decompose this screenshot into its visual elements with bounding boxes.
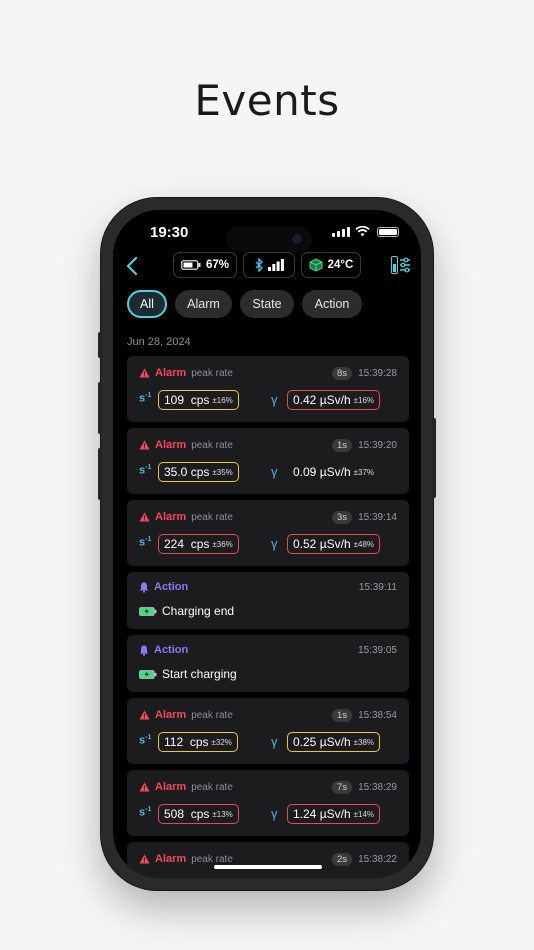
- dose-rate-symbol: γ: [271, 536, 278, 551]
- cellular-icon: [332, 226, 350, 237]
- filter-tabs: All Alarm State Action: [127, 290, 362, 318]
- warning-icon: [139, 440, 150, 450]
- event-type: Action: [154, 644, 189, 656]
- count-rate-symbol: s-1: [139, 536, 152, 549]
- dose-rate-symbol: γ: [271, 734, 278, 749]
- status-time: 19:30: [150, 224, 189, 241]
- event-card-alarm[interactable]: Alarm peak rate 1s 15:38:54 s-1 112 cps ±…: [127, 698, 409, 764]
- event-type: Action: [154, 581, 189, 593]
- event-duration: 3s: [332, 510, 353, 524]
- page-title: Events: [194, 76, 340, 125]
- event-duration: 7s: [332, 780, 353, 794]
- bluetooth-signal-chip: [243, 252, 295, 278]
- dose-rate-symbol: γ: [271, 464, 278, 479]
- phone-frame: 19:30 67% 24°C All Alarm State Action Ju…: [98, 198, 436, 890]
- charging-battery-icon: [139, 669, 157, 679]
- event-subtype: peak rate: [191, 709, 233, 721]
- wifi-icon: [355, 226, 370, 237]
- event-time: 15:39:28: [358, 367, 397, 379]
- event-card-alarm[interactable]: Alarm peak rate 2s 15:38:22: [127, 842, 409, 878]
- action-text: Charging end: [162, 604, 235, 618]
- event-card-alarm[interactable]: Alarm peak rate 7s 15:38:29 s-1 508 cps ±…: [127, 770, 409, 836]
- event-subtype: peak rate: [191, 439, 233, 451]
- signal-bars-icon: [267, 259, 284, 271]
- warning-icon: [139, 368, 150, 378]
- event-time: 15:39:05: [358, 644, 397, 656]
- dose-rate-box: 0.52 µSv/h ±48%: [287, 534, 381, 554]
- filter-all[interactable]: All: [127, 290, 167, 318]
- event-subtype: peak rate: [191, 853, 233, 865]
- phone-power-button: [432, 418, 436, 498]
- warning-icon: [139, 854, 150, 864]
- dose-rate-box: 1.24 µSv/h ±14%: [287, 804, 381, 824]
- device-battery-chip: 67%: [173, 252, 237, 278]
- count-rate-box: 112 cps ±32%: [158, 732, 238, 752]
- event-duration: 1s: [332, 438, 353, 452]
- event-card-action[interactable]: Action 15:39:11 Charging end: [127, 572, 409, 629]
- count-rate-symbol: s-1: [139, 464, 152, 477]
- event-subtype: peak rate: [191, 367, 233, 379]
- back-chevron-icon[interactable]: [125, 256, 139, 276]
- event-time: 15:38:29: [358, 781, 397, 793]
- dose-rate-box: 0.09 µSv/h ±37%: [293, 465, 375, 479]
- warning-icon: [139, 512, 150, 522]
- filter-action[interactable]: Action: [302, 290, 362, 318]
- warning-icon: [139, 710, 150, 720]
- filter-settings-icon[interactable]: [391, 256, 411, 274]
- app-screen: 19:30 67% 24°C All Alarm State Action Ju…: [113, 210, 421, 878]
- cube-icon: [309, 258, 323, 272]
- event-duration: 2s: [332, 852, 353, 866]
- phone-side-button: [98, 332, 102, 358]
- battery-icon: [181, 260, 201, 270]
- event-card-alarm[interactable]: Alarm peak rate 3s 15:39:14 s-1 224 cps ±…: [127, 500, 409, 566]
- dose-rate-box: 0.25 µSv/h ±38%: [287, 732, 381, 752]
- event-time: 15:39:11: [358, 581, 397, 593]
- event-type: Alarm: [155, 511, 187, 523]
- event-type: Alarm: [155, 709, 187, 721]
- count-rate-box: 508 cps ±13%: [158, 804, 239, 824]
- event-time: 15:39:20: [358, 439, 397, 451]
- event-type: Alarm: [155, 853, 187, 865]
- event-time: 15:39:14: [358, 511, 397, 523]
- temperature-value: 24°C: [327, 259, 354, 271]
- count-rate-box: 224 cps ±36%: [158, 534, 239, 554]
- event-time: 15:38:22: [358, 853, 397, 865]
- event-time: 15:38:54: [358, 709, 397, 721]
- battery-percent: 67%: [205, 259, 230, 271]
- bell-icon: [139, 645, 149, 656]
- bell-icon: [139, 582, 149, 593]
- count-rate-symbol: s-1: [139, 392, 152, 405]
- event-card-action[interactable]: Action 15:39:05 Start charging: [127, 635, 409, 692]
- event-card-alarm[interactable]: Alarm peak rate 1s 15:39:20 s-1 35.0 cps…: [127, 428, 409, 494]
- status-icons: [332, 226, 399, 237]
- phone-volume-down: [98, 448, 102, 500]
- phone-battery-icon: [377, 226, 399, 237]
- charging-battery-icon: [139, 606, 157, 616]
- warning-icon: [139, 782, 150, 792]
- phone-volume-up: [98, 382, 102, 434]
- event-duration: 1s: [332, 708, 353, 722]
- event-subtype: peak rate: [191, 781, 233, 793]
- event-type: Alarm: [155, 439, 187, 451]
- count-rate-symbol: s-1: [139, 806, 152, 819]
- event-card-alarm[interactable]: Alarm peak rate 8s 15:39:28 s-1 109 cps ±…: [127, 356, 409, 422]
- event-type: Alarm: [155, 781, 187, 793]
- temperature-chip: 24°C: [301, 252, 361, 278]
- count-rate-box: 109 cps ±16%: [158, 390, 239, 410]
- event-type: Alarm: [155, 367, 187, 379]
- filter-alarm[interactable]: Alarm: [175, 290, 232, 318]
- dose-rate-box: 0.42 µSv/h ±16%: [287, 390, 381, 410]
- home-indicator[interactable]: [214, 865, 322, 869]
- date-header: Jun 28, 2024: [127, 336, 191, 348]
- bluetooth-icon: [255, 258, 263, 272]
- event-subtype: peak rate: [191, 511, 233, 523]
- dose-rate-symbol: γ: [271, 392, 278, 407]
- filter-state[interactable]: State: [240, 290, 294, 318]
- action-text: Start charging: [162, 667, 237, 681]
- dynamic-island: [226, 226, 312, 252]
- event-duration: 8s: [332, 366, 353, 380]
- dose-rate-symbol: γ: [271, 806, 278, 821]
- count-rate-symbol: s-1: [139, 734, 152, 747]
- count-rate-box: 35.0 cps ±35%: [158, 462, 239, 482]
